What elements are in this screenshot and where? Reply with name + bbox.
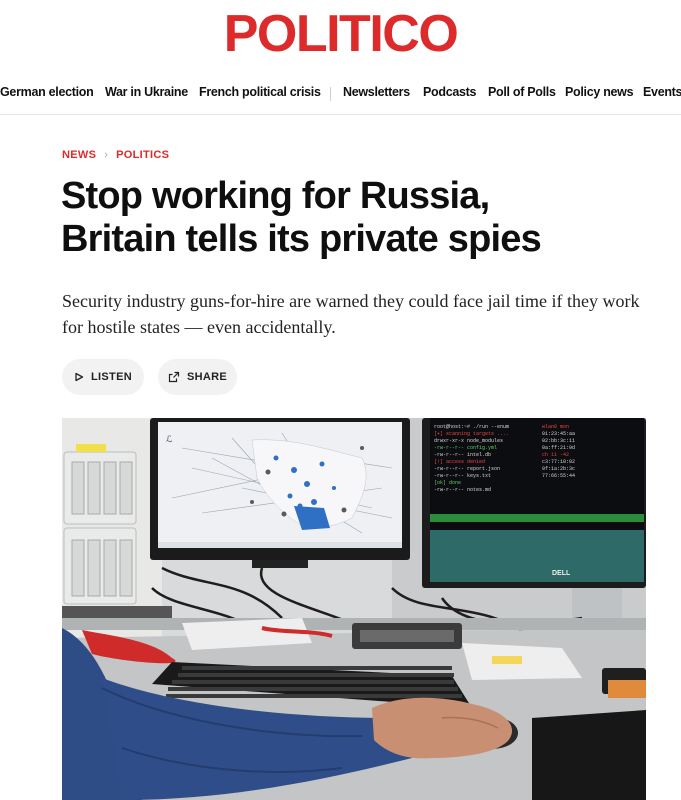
svg-text:-rw-r--r-- config.yml: -rw-r--r-- config.yml (434, 445, 497, 451)
nav-item-events[interactable]: Events (643, 85, 681, 99)
svg-text:wlan0 mon: wlan0 mon (542, 424, 569, 430)
svg-text:[ok] done: [ok] done (434, 480, 461, 486)
politico-logo[interactable]: POLITICO (0, 8, 681, 60)
svg-text:9f:1a:2b:3c: 9f:1a:2b:3c (542, 466, 575, 472)
svg-text:[!] access denied: [!] access denied (434, 459, 485, 465)
breadcrumb-politics[interactable]: POLITICS (116, 149, 169, 161)
monitor-left: ℒ (150, 418, 410, 568)
breadcrumb-news[interactable]: NEWS (62, 149, 96, 161)
svg-text:77:66:55:44: 77:66:55:44 (542, 473, 575, 479)
article-dek: Security industry guns-for-hire are warn… (62, 291, 640, 337)
hero-photo-illustration: ℒ root@host:~# ./run --enum [+] scanning… (62, 418, 646, 800)
svg-text:root@host:~# ./run --enum: root@host:~# ./run --enum (434, 424, 509, 430)
nav-item-podcasts[interactable]: Podcasts (423, 85, 476, 99)
svg-text:-rw-r--r-- intel.db: -rw-r--r-- intel.db (434, 452, 491, 458)
article-headline: Stop working for Russia, Britain tells i… (61, 175, 661, 261)
chevron-right-icon: › (104, 149, 109, 161)
headline-line-2: Britain tells its private spies (61, 218, 542, 260)
svg-text:-rw-r--r-- report.json: -rw-r--r-- report.json (434, 466, 500, 472)
nas-unit-bottom (63, 527, 137, 605)
nav-item-german-election[interactable]: German election (0, 85, 94, 99)
share-label: SHARE (186, 371, 227, 383)
svg-text:ch 11 -42: ch 11 -42 (542, 452, 569, 458)
svg-text:-rw-r--r-- keys.txt: -rw-r--r-- keys.txt (434, 473, 491, 479)
svg-text:[+] scanning targets ....: [+] scanning targets .... (434, 431, 509, 437)
share-button[interactable]: SHARE (158, 359, 237, 395)
svg-text:01:23:45:aa: 01:23:45:aa (542, 431, 575, 437)
article-hero-image: ℒ root@host:~# ./run --enum [+] scanning… (62, 418, 646, 800)
svg-text:ℒ: ℒ (166, 434, 173, 444)
nav-item-war-in-ukraine[interactable]: War in Ukraine (105, 85, 188, 99)
nav-divider (330, 87, 331, 101)
nav-item-newsletters[interactable]: Newsletters (343, 85, 410, 99)
svg-text:0a:ff:21:9d: 0a:ff:21:9d (542, 445, 575, 451)
headline-line-1: Stop working for Russia, (61, 175, 490, 217)
listen-button[interactable]: LISTEN (62, 359, 144, 395)
nav-item-policy-news[interactable]: Policy news (565, 85, 634, 99)
nav-item-poll-of-polls[interactable]: Poll of Polls (488, 85, 556, 99)
svg-text:-rw-r--r-- notes.md: -rw-r--r-- notes.md (434, 487, 491, 493)
nav-item-french-political-crisis[interactable]: French political crisis (199, 85, 321, 99)
play-icon (75, 372, 84, 382)
svg-text:c3:77:10:02: c3:77:10:02 (542, 459, 575, 465)
top-nav: German election War in Ukraine French po… (0, 85, 681, 103)
nas-unit-top (63, 451, 137, 525)
dell-logo: DELL (552, 570, 571, 577)
nav-divider-line (0, 114, 681, 115)
listen-label: LISTEN (91, 371, 132, 383)
breadcrumb: NEWS › POLITICS (62, 149, 169, 161)
share-icon (168, 371, 180, 383)
svg-text:drwxr-xr-x node_modules: drwxr-xr-x node_modules (434, 438, 503, 444)
svg-text:02:bb:3c:11: 02:bb:3c:11 (542, 438, 575, 444)
